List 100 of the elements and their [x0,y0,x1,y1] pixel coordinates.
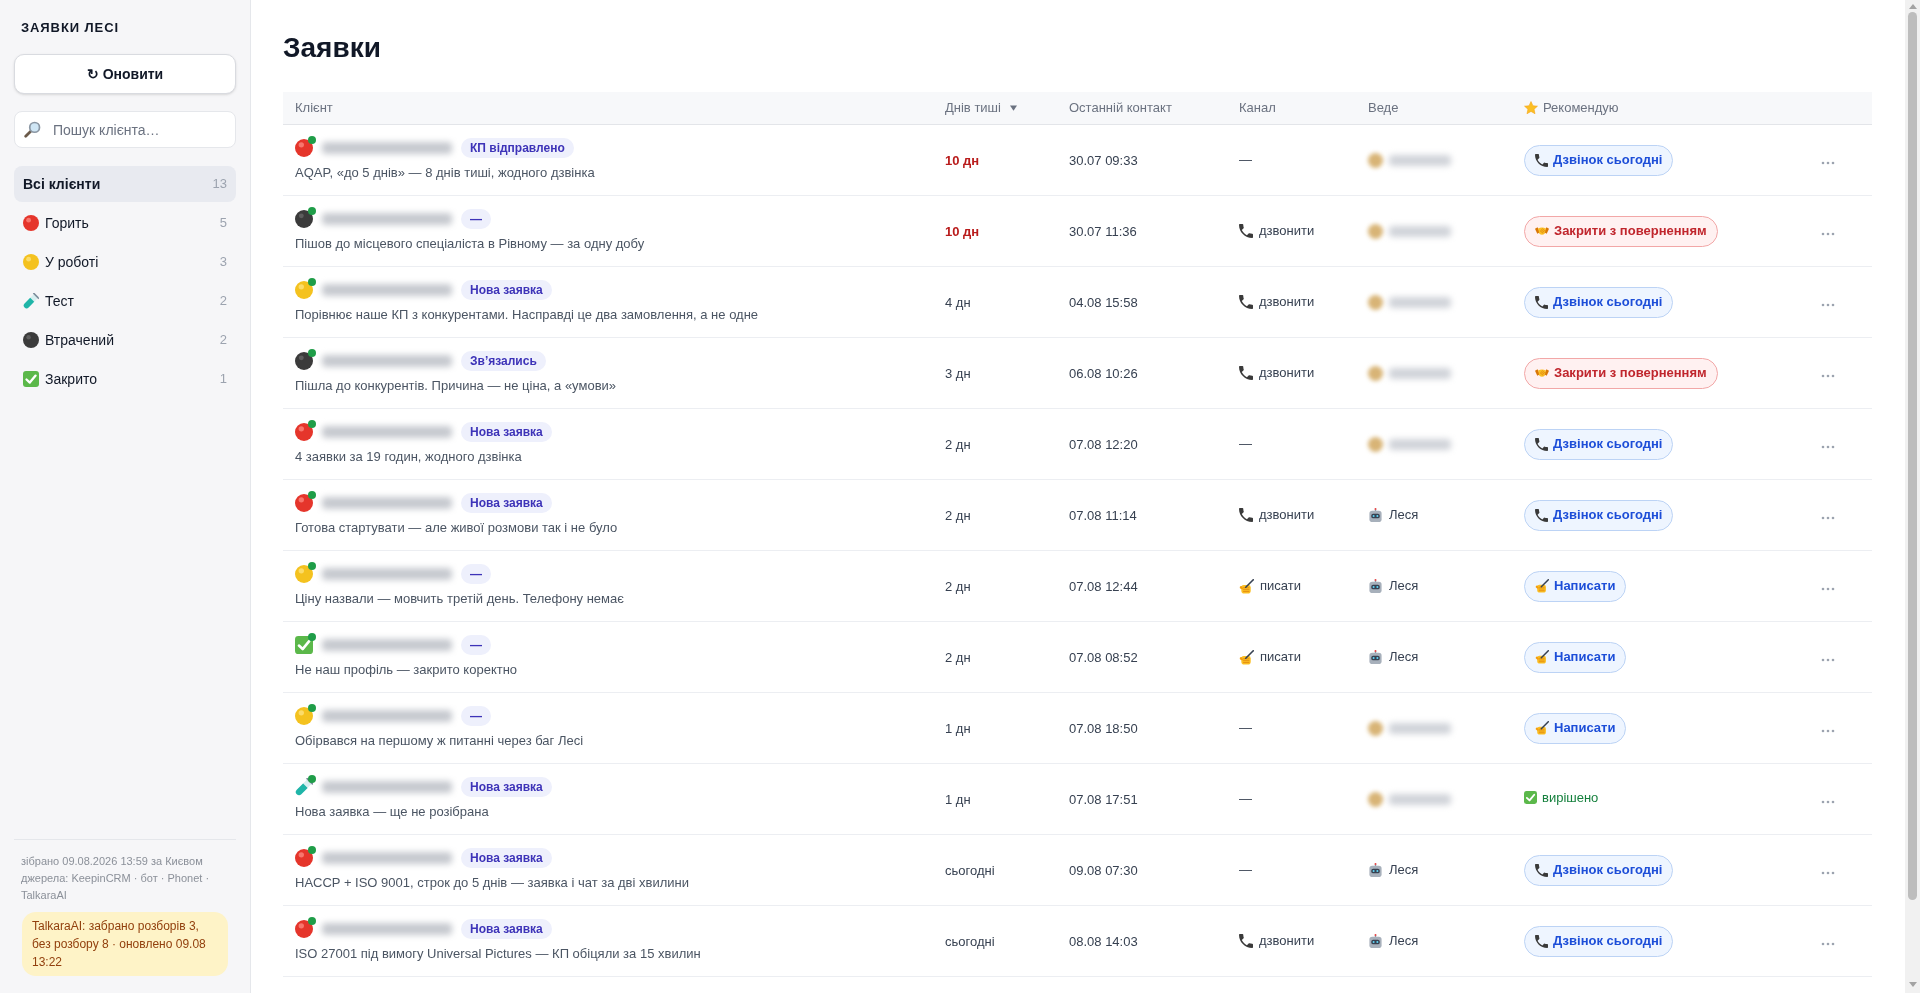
channel-label: писати [1260,577,1301,596]
silence-days: 3 дн [945,366,971,381]
silence-days: 4 дн [945,295,971,310]
sidebar-item[interactable]: Всі клієнти 13 [14,166,236,202]
last-contact: 30.07 09:33 [1069,153,1138,168]
circle-icon [23,215,39,231]
phone-icon [1239,934,1253,948]
owner-name: Леся [1389,506,1419,525]
scrollbar-thumb[interactable] [1908,12,1917,900]
search-icon [24,121,41,138]
redacted-name [1389,793,1451,805]
channel-label: — [1239,151,1252,170]
recommend-button[interactable]: Дзвінок сьогодні [1524,144,1674,176]
column-header: Останній контакт [1069,99,1172,118]
row-note: Ціну назвали — мовчить третій день. Телефону немає [295,590,625,608]
recommend-button[interactable]: Дзвінок сьогодні [1524,286,1674,318]
more-icon [1821,444,1835,449]
stage-badge: Зв’язались [461,351,546,371]
last-contact: 07.08 18:50 [1069,721,1138,736]
row-note: Не наш профіль — закрито коректно [295,661,519,679]
sync-note: TalkaraAI: забрано розборів 3, без розбору 8 · оновлено 09.08 13:22 [22,912,228,976]
refresh-button[interactable]: ↻ Оновити [14,54,236,94]
redacted-avatar-icon [1368,152,1383,168]
sidebar-item[interactable]: Тест 2 [14,283,236,319]
scroll-up-arrow-icon[interactable] [1908,4,1917,9]
resolved-label: вирішено [1542,788,1599,807]
silence-days: сьогодні [945,934,995,949]
circle-icon [295,849,313,867]
row-note: 4 заявки за 19 годин, жодного дзвінка [295,448,523,466]
redacted-avatar-icon [1368,436,1383,452]
recommend-button[interactable]: Написати [1524,570,1627,602]
recommend-button[interactable]: Дзвінок сьогодні [1524,499,1674,531]
row-note: ISO 27001 під вимогу Universal Pictures — КП обіцяли за 15 хвилин [295,945,702,963]
stage-badge: — [461,706,491,726]
stage-badge: — [461,564,491,584]
recommend-button[interactable]: Написати [1524,641,1627,673]
redacted-avatar-icon [1368,791,1383,807]
phone-icon [1239,295,1253,309]
phone-icon [1239,224,1253,238]
recommend-button[interactable]: Дзвінок сьогодні [1524,854,1674,886]
stage-badge: — [461,635,491,655]
writing-hand-icon [1535,650,1549,664]
writing-hand-icon [1535,721,1549,735]
column-header: Рекомендую [1543,99,1619,118]
writing-hand-icon [1239,649,1254,665]
robot-icon [1368,862,1383,878]
channel-label: — [1239,790,1252,809]
more-icon [1821,657,1835,662]
robot-icon [1368,933,1383,949]
recommend-button[interactable]: Дзвінок сьогодні [1524,925,1674,957]
search-field[interactable]: Пошук клієнта… [14,111,236,148]
stage-badge: Нова заявка [461,848,552,868]
recommend-button[interactable]: Закрити з поверненням [1524,215,1718,247]
last-contact: 06.08 10:26 [1069,366,1138,381]
sidebar-item[interactable]: Втрачений 2 [14,322,236,358]
robot-icon [1368,649,1383,665]
silence-days: сьогодні [945,863,995,878]
more-icon [1821,728,1835,733]
star-icon [1524,101,1538,115]
column-header: Клієнт [295,99,333,118]
handshake-icon [1535,224,1549,238]
sort-header[interactable]: Днів тиші [945,98,1017,118]
redacted-name [1389,367,1451,379]
recommend-button[interactable]: Дзвінок сьогодні [1524,428,1674,460]
row-note: Порівнює наше КП з конкурентами. Насправді це два замовлення, а не одне [295,306,760,324]
channel-label: дзвонити [1259,293,1315,312]
sidebar-item[interactable]: У роботі 3 [14,244,236,280]
redacted-avatar-icon [1368,223,1383,239]
row-note: Готова стартувати — але живої розмови так і не було [295,519,619,537]
redacted-avatar-icon [1368,720,1383,736]
circle-icon [295,281,313,299]
writing-hand-icon [1239,578,1254,594]
last-contact: 07.08 11:14 [1069,508,1137,523]
more-icon [1821,373,1835,378]
owner-name: Леся [1389,648,1419,667]
channel-label: дзвонити [1259,364,1315,383]
stage-badge: Нова заявка [461,280,552,300]
owner-name: Леся [1389,577,1419,596]
last-contact: 09.08 07:30 [1069,863,1138,878]
test-tube-icon [23,293,39,309]
circle-icon [295,707,313,725]
circle-icon [295,352,313,370]
phone-icon [1535,934,1548,948]
recommend-button[interactable]: Написати [1524,712,1627,744]
more-icon [1821,302,1835,307]
scrollbar[interactable] [1905,0,1920,993]
sidebar-item[interactable]: Закрито 1 [14,361,236,397]
redacted-name [1389,225,1451,237]
row-note: Нова заявка — ще не розібрана [295,803,490,821]
sources-info: джерела: KeepinCRM · бот · Phonet · TalkaraAI [21,871,211,903]
recommend-button[interactable]: Закрити з поверненням [1524,357,1718,389]
row-note: Обірвався на першому ж питанні через баг Лесі [295,732,585,750]
redacted-name [1389,438,1451,450]
scroll-down-arrow-icon[interactable] [1908,982,1917,987]
sidebar-item[interactable]: Горить 5 [14,205,236,241]
more-icon [1821,160,1835,165]
circle-icon [23,332,39,348]
channel-label: писати [1260,648,1301,667]
sidebar-title: ЗАЯВКИ ЛЕСІ [20,19,120,37]
more-icon [1821,231,1835,236]
